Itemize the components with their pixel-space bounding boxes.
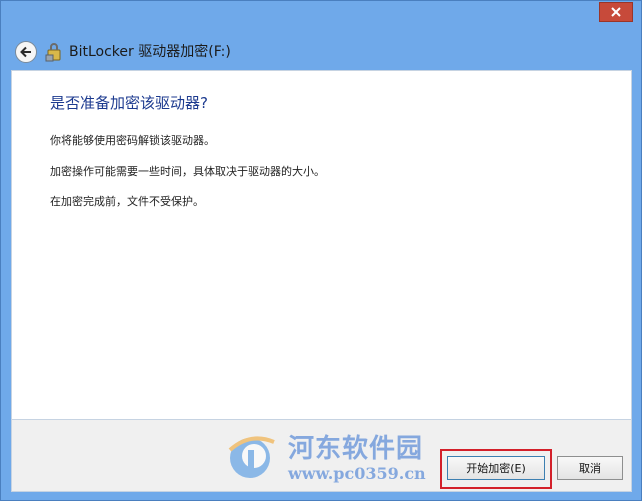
close-button[interactable] [599, 2, 633, 22]
info-text-unlock: 你将能够使用密码解锁该驱动器。 [50, 134, 215, 147]
info-text-protection: 在加密完成前，文件不受保护。 [50, 195, 204, 208]
content-panel: 是否准备加密该驱动器? 你将能够使用密码解锁该驱动器。 加密操作可能需要一些时间… [11, 70, 632, 420]
cancel-button[interactable]: 取消 [557, 456, 623, 480]
back-arrow-icon [20, 46, 31, 58]
watermark-name: 河东软件园 [288, 434, 424, 464]
watermark-logo: 河东软件园 www.pc0359.cn [224, 426, 434, 486]
start-encryption-button[interactable]: 开始加密(E) [447, 456, 545, 480]
page-heading: 是否准备加密该驱动器? [50, 94, 208, 112]
info-text-duration: 加密操作可能需要一些时间，具体取决于驱动器的大小。 [50, 165, 325, 178]
back-button[interactable] [15, 41, 37, 63]
window-title: BitLocker 驱动器加密(F:) [69, 44, 231, 60]
close-icon [611, 7, 621, 17]
watermark-url: www.pc0359.cn [288, 464, 426, 483]
dialog-window: BitLocker 驱动器加密(F:) 是否准备加密该驱动器? 你将能够使用密码… [0, 0, 642, 501]
watermark-icon [228, 436, 275, 478]
bitlocker-icon [45, 41, 63, 63]
button-bar: 河东软件园 www.pc0359.cn 开始加密(E) 取消 [11, 420, 632, 492]
